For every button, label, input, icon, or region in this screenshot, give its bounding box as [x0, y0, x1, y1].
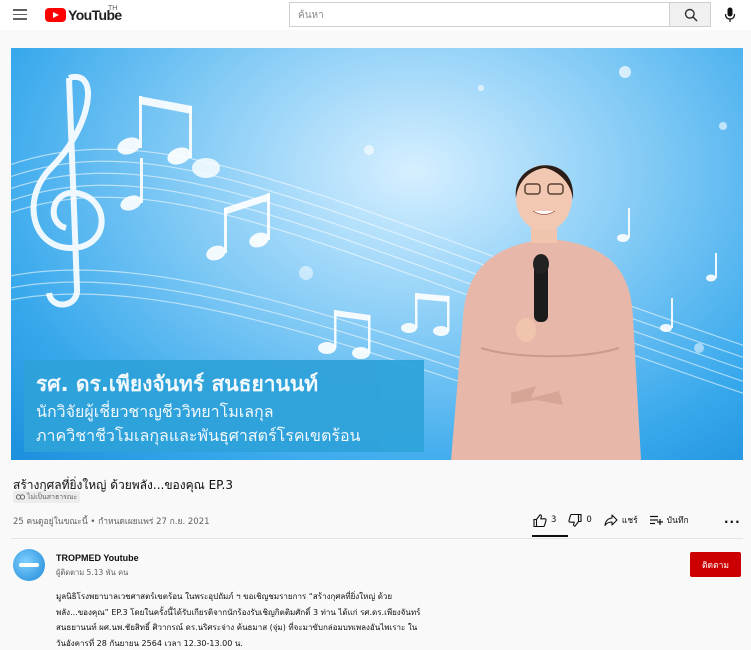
- view-info: 25 คนดูอยู่ในขณะนี้ • กำหนดเผยแพร่ 27 ก.…: [13, 517, 210, 527]
- thumbs-up-icon: [533, 513, 547, 527]
- save-button[interactable]: บันทึก: [649, 513, 689, 527]
- share-label: แชร์: [621, 516, 638, 526]
- video-caption-overlay: รศ. ดร.เพียงจันทร์ สนธยานนท์ นักวิจัยผู้…: [24, 360, 424, 452]
- caption-department: ภาควิชาชีวโมเลกุลและพันธุศาสตร์โรคเขตร้อ…: [36, 426, 361, 445]
- save-label: บันทึก: [666, 516, 689, 526]
- share-button[interactable]: แชร์: [604, 513, 638, 527]
- visibility-badge: ไม่เป็นสาธารณะ: [13, 491, 81, 503]
- search-input[interactable]: [290, 4, 669, 27]
- search-button[interactable]: [669, 2, 711, 27]
- dislike-button[interactable]: 0: [568, 513, 592, 527]
- subscriber-count: ผู้ติดตาม 5.13 พัน คน: [56, 568, 129, 577]
- channel-name[interactable]: TROPMED Youtube: [56, 553, 139, 563]
- link-icon: [16, 494, 25, 500]
- description-line: วันอังคารที่ 28 กันยายน 2564 เวลา 12.30-…: [56, 638, 243, 648]
- masthead: YouTube TH: [0, 0, 751, 30]
- visibility-label: ไม่เป็นสาธารณะ: [27, 492, 78, 501]
- share-icon: [604, 514, 618, 526]
- playlist-add-icon: [649, 515, 663, 525]
- presenter-figure: [451, 165, 641, 460]
- description-line: สนธยานนท์ ผศ.นพ.ชัยสิทธิ์ ศิวากรณ์ ดร.นร…: [56, 623, 418, 632]
- dislike-count: 0: [586, 515, 592, 525]
- region-code: TH: [108, 5, 118, 12]
- menu-icon[interactable]: [13, 9, 27, 20]
- more-actions-button[interactable]: ...: [724, 512, 741, 526]
- thumbs-down-icon: [568, 513, 582, 527]
- video-actions: 3 0 แชร์ บันทึก: [533, 510, 701, 530]
- like-button[interactable]: 3: [533, 513, 557, 527]
- like-active-underline: [532, 535, 568, 537]
- video-player[interactable]: รศ. ดร.เพียงจันทร์ สนธยานนท์ นักวิจัยผู้…: [11, 48, 743, 460]
- description-line: พลัง...ของคุณ” EP.3 โดยในครั้งนี้ได้รับเ…: [56, 607, 421, 617]
- microphone-icon[interactable]: [724, 7, 736, 23]
- subscribe-button[interactable]: ติดตาม: [690, 552, 741, 577]
- description-line: มูลนิธิโรงพยาบาลเวชศาสตร์เขตร้อน ในพระอุ…: [56, 592, 393, 601]
- like-count: 3: [551, 515, 557, 525]
- caption-name: รศ. ดร.เพียงจันทร์ สนธยานนท์: [36, 372, 319, 396]
- caption-role: นักวิจัยผู้เชี่ยวชาญชีววิทยาโมเลกุล: [36, 402, 274, 421]
- search-icon: [684, 8, 698, 22]
- youtube-play-icon: [45, 8, 66, 22]
- video-description: มูลนิธิโรงพยาบาลเวชศาสตร์เขตร้อน ในพระอุ…: [56, 589, 466, 650]
- search-box: [289, 2, 669, 27]
- channel-avatar[interactable]: [13, 549, 45, 581]
- divider: [11, 538, 743, 539]
